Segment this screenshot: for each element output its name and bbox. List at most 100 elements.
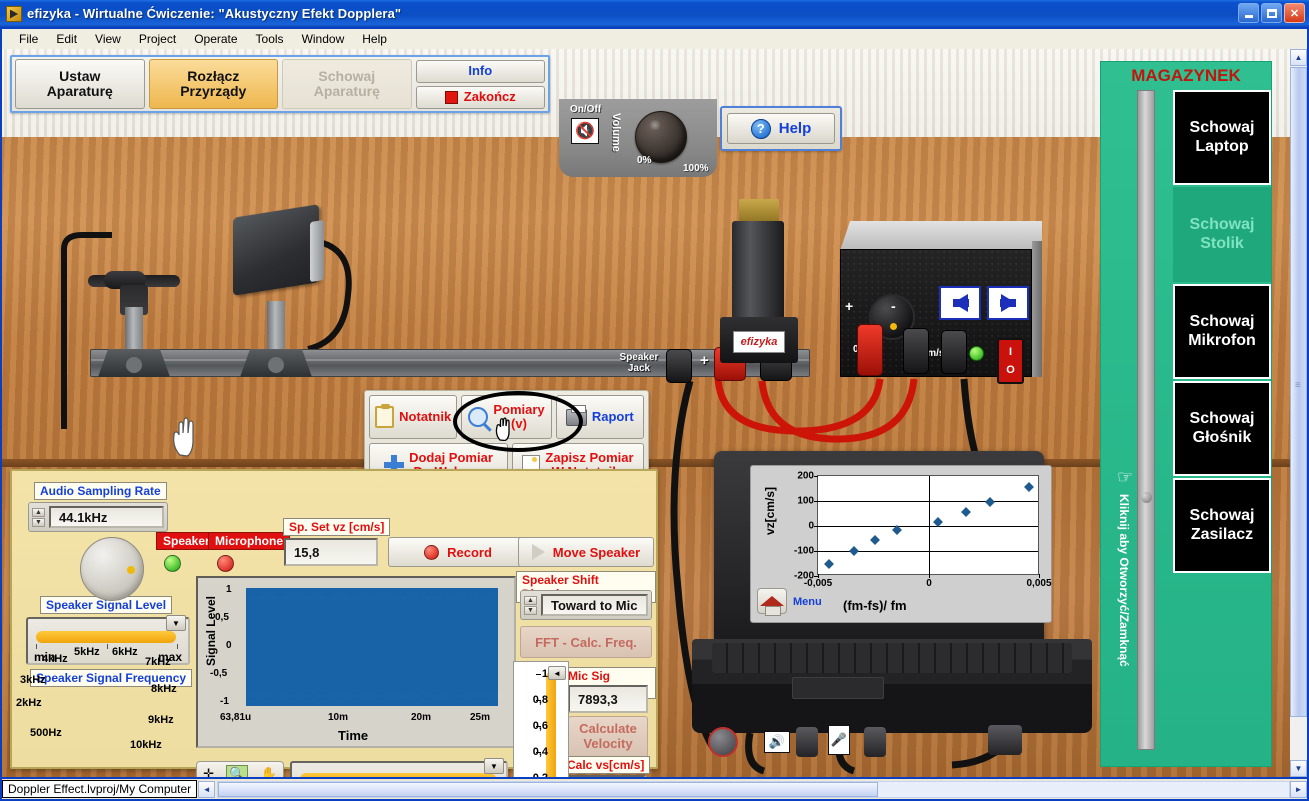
microphone-port[interactable] — [864, 727, 886, 757]
audio-sampling-rate-value[interactable]: 44.1kHz — [49, 506, 164, 528]
vtick-02: 0,2 — [533, 772, 548, 777]
menu-window[interactable]: Window — [293, 31, 354, 47]
speaker-port-icon: 🔊 — [764, 731, 790, 753]
calculate-velocity-button[interactable]: Calculate Velocity — [568, 716, 648, 758]
mic-sig-value[interactable]: 7893,3 — [568, 685, 648, 713]
psu-left-arrow-button[interactable] — [939, 286, 981, 320]
vertical-scroll-thumb[interactable] — [1290, 67, 1307, 717]
app-icon — [6, 5, 22, 22]
move-speaker-button[interactable]: Move Speaker — [518, 537, 654, 567]
home-button[interactable] — [757, 588, 787, 616]
laptop-touchpad[interactable] — [792, 677, 884, 699]
menu-edit[interactable]: Edit — [47, 31, 86, 47]
speaker-jack-plug[interactable] — [666, 349, 692, 383]
storage-item-speaker[interactable]: Schowaj Głośnik — [1173, 381, 1271, 476]
maximize-button[interactable] — [1261, 3, 1282, 23]
scroll-left-button[interactable]: ◄ — [198, 780, 216, 798]
minimize-button[interactable] — [1238, 3, 1259, 23]
gridline-y100 — [818, 501, 1038, 502]
horizontal-scroll-thumb[interactable] — [218, 781, 879, 797]
speaker-led — [164, 555, 181, 572]
amplitude-vertical-slider[interactable]: 1 0,8 0,6 0,4 0,2 0 ◄ — [513, 661, 569, 777]
info-button[interactable]: Info — [415, 59, 545, 83]
graph-tool-palette[interactable]: ✛ 🔍 ✋ — [196, 761, 284, 777]
psu-data-connector[interactable] — [941, 330, 967, 374]
data-port[interactable] — [988, 725, 1022, 755]
speaker-frequency-dial[interactable] — [80, 537, 144, 601]
xtick-zero: 0 — [926, 578, 932, 589]
time-range-slider[interactable]: ▼ 1us 10us 100us 1ms 25ms — [290, 758, 508, 777]
gridline-y0 — [818, 526, 1038, 527]
vertical-scrollbar[interactable]: ▲ ▼ — [1290, 49, 1307, 777]
psu-black-terminal[interactable] — [903, 328, 929, 374]
xtick-max: 0,005 — [1026, 578, 1052, 589]
hide-apparatus-button[interactable]: Schowaj Aparaturę — [282, 59, 412, 109]
horizontal-scroll-track[interactable] — [217, 780, 1290, 798]
signal-ytick-m1: -1 — [220, 696, 229, 707]
speaker-shift-direction-control[interactable]: ▲ ▼ Toward to Mic — [520, 590, 652, 620]
microphone-assembly[interactable] — [88, 271, 180, 377]
audio-sampling-rate-control[interactable]: ▲ ▼ 44.1kHz — [28, 502, 168, 532]
level-slider-knob[interactable]: ▼ — [166, 615, 186, 631]
speaker-port[interactable] — [796, 727, 818, 757]
sampling-rate-spinner[interactable]: ▲ ▼ — [32, 507, 46, 527]
menu-tools[interactable]: Tools — [247, 31, 293, 47]
psu-power-switch[interactable]: I O — [997, 338, 1024, 384]
scroll-right-button[interactable]: ► — [1290, 780, 1307, 798]
menu-project[interactable]: Project — [130, 31, 185, 47]
menu-help[interactable]: Help — [353, 31, 396, 47]
measurements-line1: Pomiary — [493, 401, 545, 417]
storage-handle-dot[interactable] — [1141, 492, 1152, 503]
quit-button[interactable]: Zakończ — [415, 85, 545, 109]
storage-item-power-supply[interactable]: Schowaj Zasilacz — [1173, 478, 1271, 573]
psu-right-arrow-button[interactable] — [987, 286, 1029, 320]
printer-icon — [565, 404, 587, 426]
pan-tool-icon[interactable]: ✋ — [261, 766, 277, 777]
vtick-04: 0,4 — [532, 746, 548, 758]
storage-panel: MAGAZYNEK ☞ Kliknij aby Otworzyć/Zamknąć… — [1100, 61, 1272, 767]
scroll-down-button[interactable]: ▼ — [1290, 760, 1307, 777]
storage-rail — [1137, 90, 1155, 750]
laptop-power-button[interactable] — [708, 727, 738, 757]
calc-vs-value[interactable]: -56,6 — [566, 775, 646, 777]
power-supply-unit[interactable]: 0cm/s 200cm/s I O + - — [840, 221, 1042, 384]
speaker-carriage-module[interactable]: efizyka — [720, 199, 798, 364]
setup-line2: Aparaturę — [46, 83, 113, 99]
storage-item-power-supply-label: Schowaj Zasilacz — [1189, 507, 1255, 543]
speaker-assembly[interactable] — [233, 204, 324, 377]
setup-line1: Ustaw — [59, 68, 101, 85]
signal-graph-panel: Signal Level 1 0,5 0 -0,5 -1 63,81u 10m … — [196, 576, 516, 748]
time-slider-knob[interactable]: ▼ — [484, 758, 504, 774]
disconnect-instruments-button[interactable]: Rozłącz Przyrządy — [148, 59, 279, 109]
close-button[interactable]: ✕ — [1284, 3, 1305, 23]
menu-operate[interactable]: Operate — [185, 31, 246, 47]
speaker-mute-button[interactable]: 🔇 — [571, 118, 599, 144]
storage-item-microphone[interactable]: Schowaj Mikrofon — [1173, 284, 1271, 379]
menu-link[interactable]: Menu — [793, 596, 822, 608]
cursor-tool-icon[interactable]: ✛ — [203, 766, 214, 777]
speaker-shift-direction-value[interactable]: Toward to Mic — [541, 594, 648, 616]
storage-item-table[interactable]: Schowaj Stolik — [1173, 187, 1271, 282]
amplitude-slider-knob[interactable]: ◄ — [548, 666, 566, 680]
shift-direction-spinner[interactable]: ▲ ▼ — [524, 595, 538, 615]
menu-file[interactable]: File — [10, 31, 47, 47]
storage-item-laptop[interactable]: Schowaj Laptop — [1173, 90, 1271, 185]
freq-tick-4khz: 4kHz — [42, 653, 68, 665]
record-label: Record — [447, 544, 492, 560]
report-button[interactable]: Raport — [555, 395, 644, 439]
signal-x-axis-label: Time — [338, 728, 369, 743]
signal-ytick-0: 0 — [226, 640, 232, 651]
psu-red-terminal[interactable] — [857, 324, 883, 376]
scroll-up-button[interactable]: ▲ — [1290, 49, 1307, 66]
zoom-tool-icon[interactable]: 🔍 — [226, 765, 249, 777]
sp-set-vz-value[interactable]: 15,8 — [284, 538, 378, 566]
notepad-button[interactable]: Notatnik — [369, 395, 458, 439]
record-button[interactable]: Record — [388, 537, 528, 567]
help-button[interactable]: ? Help — [727, 113, 835, 144]
signal-xtick-20m: 20m — [411, 712, 432, 723]
setup-apparatus-button[interactable]: Ustaw Aparaturę — [15, 59, 145, 109]
report-label: Raport — [591, 408, 634, 424]
laptop-base: 🔊 🎤 — [692, 639, 1092, 757]
menu-view[interactable]: View — [86, 31, 130, 47]
fft-calc-freq-button[interactable]: FFT - Calc. Freq. — [520, 626, 652, 658]
